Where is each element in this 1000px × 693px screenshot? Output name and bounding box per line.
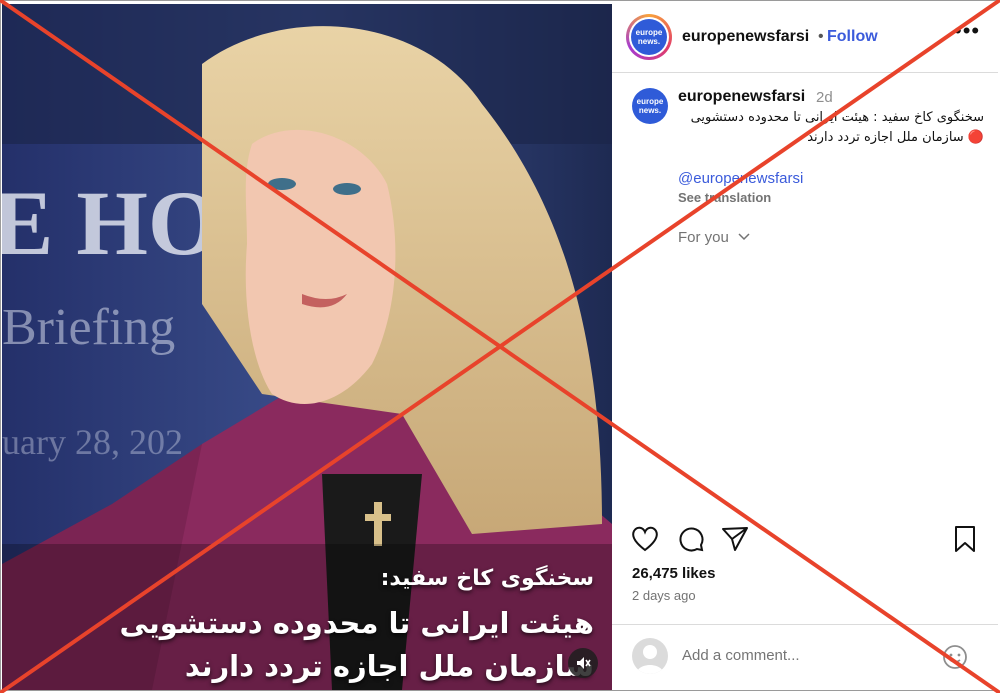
media-caption-line2: هیئت ایرانی تا محدوده دستشویی	[119, 606, 594, 640]
more-options-icon[interactable]: •••	[954, 18, 980, 44]
like-button[interactable]	[630, 524, 660, 554]
current-user-avatar	[632, 638, 668, 674]
comment-divider	[612, 624, 998, 625]
heart-icon	[632, 526, 658, 552]
post-side-panel: europe news. europenewsfarsi • Follow ••…	[612, 4, 998, 690]
comment-input[interactable]	[682, 647, 882, 664]
save-button[interactable]	[950, 524, 980, 554]
caption-time: 2d	[816, 89, 833, 106]
europe-news-logo: europe news.	[631, 19, 667, 55]
share-button[interactable]	[720, 524, 750, 554]
caption-avatar[interactable]: europe news.	[632, 88, 668, 124]
media-caption-line3: سازمان ملل اجازه تردد دارند	[184, 649, 594, 683]
mute-button[interactable]	[568, 648, 598, 678]
caption-mention-link[interactable]: @europenewsfarsi	[678, 170, 803, 187]
follow-button[interactable]: Follow	[827, 28, 878, 46]
smiley-icon	[943, 645, 967, 669]
default-user-icon	[636, 645, 664, 674]
chevron-down-icon	[738, 233, 750, 241]
for-you-dropdown[interactable]: For you	[678, 229, 751, 246]
logo-text-line2: news.	[637, 37, 661, 46]
speaker-muted-icon	[577, 657, 591, 669]
bookmark-icon	[955, 526, 975, 552]
caption-username[interactable]: europenewsfarsi	[678, 88, 805, 106]
paper-plane-icon	[722, 527, 748, 551]
see-translation-button[interactable]: See translation	[678, 190, 771, 205]
header-separator: •	[818, 28, 824, 45]
media-caption-line1: سخنگوی کاخ سفید:	[380, 566, 594, 591]
header-username[interactable]: europenewsfarsi	[682, 28, 809, 46]
logo-text-line1: europe	[635, 28, 663, 37]
posted-time: 2 days ago	[632, 588, 696, 603]
sign-text-date: uary 28, 202	[2, 422, 183, 462]
post-media[interactable]: E HOUS Briefing uary 28, 202 سخنگوی کاخ …	[2, 4, 612, 690]
caption-text: سخنگوی کاخ سفید : هیئت ایرانی تا محدوده …	[690, 110, 984, 145]
profile-avatar[interactable]: europe news.	[626, 14, 672, 60]
post-actions	[612, 524, 998, 558]
post-header: europe news. europenewsfarsi • Follow ••…	[612, 4, 998, 73]
for-you-label: For you	[678, 229, 729, 246]
logo-text-line2: news.	[638, 106, 662, 115]
sign-text-briefing: Briefing	[2, 299, 175, 356]
comment-bubble-icon	[679, 527, 704, 552]
comment-button[interactable]	[676, 524, 706, 554]
logo-text-line1: europe	[636, 97, 664, 106]
emoji-button[interactable]	[942, 644, 968, 670]
likes-count[interactable]: 26,475 likes	[632, 565, 715, 582]
